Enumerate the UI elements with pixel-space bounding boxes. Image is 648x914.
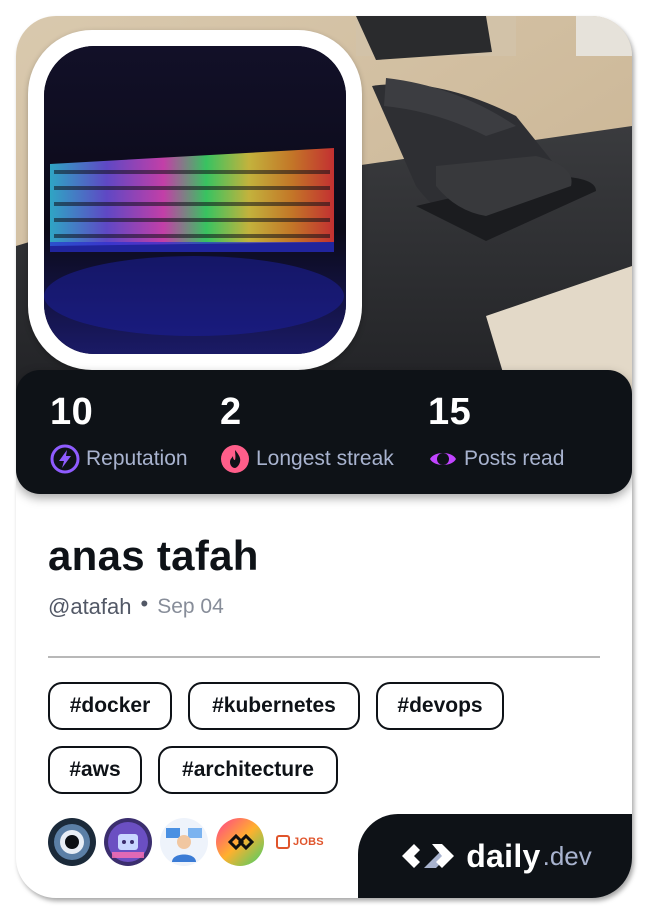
brand-suffix: .dev [542, 840, 592, 871]
join-date: Sep 04 [157, 595, 224, 618]
stat-label: Longest streak [256, 447, 394, 470]
user-handle: @atafah [48, 594, 132, 619]
stat-posts-read: 15 Posts read [428, 392, 564, 474]
stat-label: Posts read [464, 447, 565, 470]
stats-panel: 10 Reputation 2 Longest streak 15 Posts … [16, 370, 632, 494]
source-avatar-4 [216, 818, 264, 866]
source-avatar-2 [104, 818, 152, 866]
devcard: 10 Reputation 2 Longest streak 15 Posts … [16, 16, 632, 898]
brand-name: daily [466, 837, 541, 874]
posts-read-eye-icon [428, 444, 458, 474]
stat-value: 2 [220, 391, 242, 433]
avatar-image [44, 46, 346, 354]
tag-kubernetes: #kubernetes [188, 682, 360, 730]
jobs-label: JOBS [293, 836, 324, 848]
source-avatar-3 [160, 818, 208, 866]
divider [48, 656, 600, 658]
source-avatar-1 [48, 818, 96, 866]
sources-row: JOBS [48, 818, 324, 866]
avatar [28, 30, 362, 370]
user-name: anas tafah [48, 532, 259, 579]
jobs-source: JOBS [276, 835, 324, 849]
stat-reputation: 10 Reputation [50, 392, 188, 474]
tag-devops: #devops [376, 682, 504, 730]
daily-dev-logo-icon [398, 838, 458, 874]
jobs-icon [276, 835, 290, 849]
reputation-bolt-icon [50, 444, 80, 474]
stat-longest-streak: 2 Longest streak [220, 392, 394, 474]
meta-separator: • [140, 591, 149, 616]
daily-dev-brand: daily .dev [358, 814, 632, 898]
tag-docker: #docker [48, 682, 172, 730]
stat-value: 10 [50, 391, 94, 433]
stat-label: Reputation [86, 447, 188, 470]
tag-aws: #aws [48, 746, 142, 794]
user-meta: @atafah • Sep 04 [48, 591, 224, 620]
stat-value: 15 [428, 391, 472, 433]
streak-flame-icon [220, 444, 250, 474]
tag-architecture: #architecture [158, 746, 338, 794]
